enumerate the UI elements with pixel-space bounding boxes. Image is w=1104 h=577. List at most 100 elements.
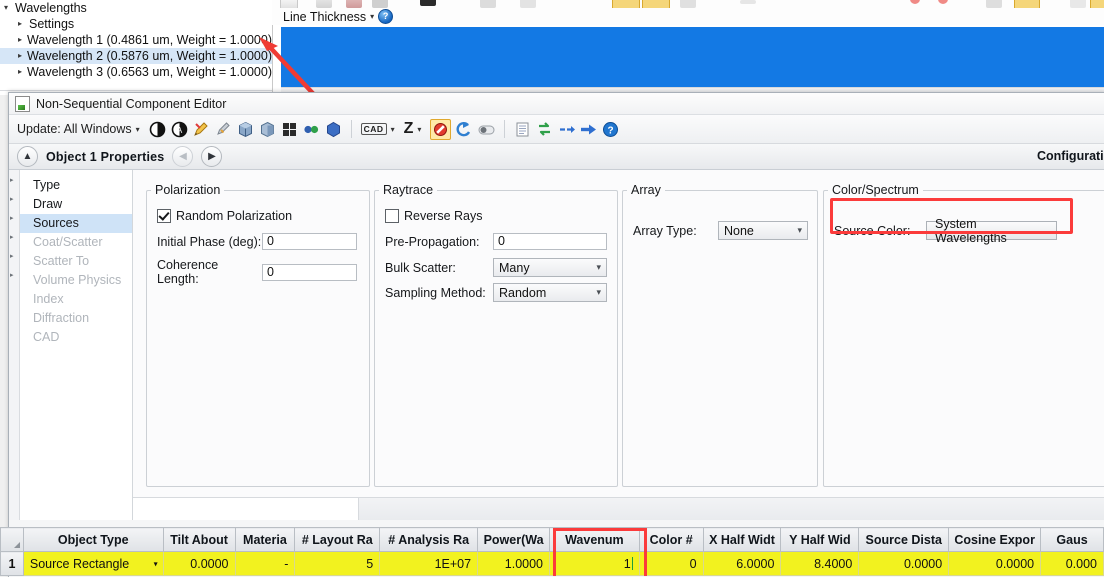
sidebar-item-cad[interactable]: CAD (20, 328, 132, 347)
th-x-half-width[interactable]: X Half Widt (702, 527, 782, 552)
sidebar-item-coat-scatter[interactable]: Coat/Scatter (20, 233, 132, 252)
wavelength-tree[interactable]: ▾ Wavelengths ▸ Settings ▸ Wavelength 1 … (0, 0, 273, 95)
cell-analysis-rays[interactable]: 1E+07 (379, 551, 479, 576)
page-gutter[interactable]: ▸ ▸ ▸ ▸ ▸ ▸ (9, 170, 20, 520)
cell-material[interactable]: - (234, 551, 296, 576)
cube-icon[interactable] (237, 121, 254, 138)
initial-phase-input[interactable] (262, 233, 357, 250)
two-dots-icon[interactable] (303, 121, 320, 138)
toolbar-icon[interactable] (910, 0, 920, 4)
toolbar-icon[interactable] (740, 0, 756, 4)
chevron-right-icon[interactable]: ▶ (201, 146, 223, 167)
pencil-edit-icon[interactable] (193, 121, 210, 138)
cell-y-half-width[interactable]: 8.4000 (780, 551, 860, 576)
window-titlebar[interactable]: Non-Sequential Component Editor (9, 93, 1104, 115)
cell-object-type[interactable]: Source Rectangle ▾ (22, 551, 164, 576)
toolbar-icon[interactable] (316, 0, 332, 8)
checkbox-icon[interactable] (385, 209, 399, 223)
array-type-select[interactable]: None ▾ (718, 221, 808, 240)
chevron-up-icon[interactable]: ▲ (17, 146, 38, 167)
th-analysis-rays[interactable]: # Analysis Ra (379, 527, 479, 552)
cell-cosine-exponent[interactable]: 0.0000 (948, 551, 1042, 576)
cell-layout-rays[interactable]: 5 (294, 551, 381, 576)
page-icon[interactable] (514, 121, 531, 138)
properties-sidebar[interactable]: Type Draw Sources Coat/Scatter Scatter T… (20, 170, 133, 520)
chevron-down-icon[interactable]: ▾ (596, 262, 601, 273)
chevron-left-icon[interactable]: ◀ (172, 146, 194, 167)
th-object-type[interactable]: Object Type (22, 527, 164, 552)
th-y-half-width[interactable]: Y Half Wid (780, 527, 860, 552)
chevron-down-icon[interactable]: ▾ (417, 125, 421, 134)
polygon-icon[interactable] (325, 121, 342, 138)
th-color-number[interactable]: Color # (638, 527, 704, 552)
tree-item-settings[interactable]: ▸ Settings (0, 16, 272, 32)
random-polarization-checkbox[interactable]: Random Polarization (157, 209, 292, 223)
pencil-object-icon[interactable] (215, 121, 232, 138)
chevron-down-icon[interactable]: ▾ (797, 225, 802, 236)
chevron-down-icon[interactable]: ▾ (370, 12, 374, 21)
aperture-icon[interactable]: A (171, 121, 188, 138)
toolbar-icon[interactable] (680, 0, 696, 8)
z-axis-dropdown[interactable]: Z ▾ (404, 120, 422, 138)
sidebar-item-scatter-to[interactable]: Scatter To (20, 252, 132, 271)
chevron-right-icon[interactable]: ▸ (10, 214, 14, 222)
chevron-down-icon[interactable]: ▾ (136, 125, 140, 134)
th-layout-rays[interactable]: # Layout Ra (294, 527, 381, 552)
pre-propagation-input[interactable] (493, 233, 607, 250)
toggle-icon[interactable] (478, 121, 495, 138)
toolbar-icon[interactable] (480, 0, 496, 8)
no-entry-icon[interactable] (430, 118, 452, 140)
tree-item-wavelengths[interactable]: ▾ Wavelengths (0, 0, 272, 16)
cell-gaussian[interactable]: 0.000 (1040, 551, 1104, 576)
th-power[interactable]: Power(Wa (477, 527, 550, 552)
select-all-corner[interactable] (0, 527, 24, 552)
cell-color-number[interactable]: 0 (638, 551, 704, 576)
grid-icon[interactable] (281, 121, 298, 138)
swap-arrows-icon[interactable] (536, 121, 553, 138)
sidebar-item-index[interactable]: Index (20, 290, 132, 309)
th-wavenumber[interactable]: Wavenum (549, 527, 640, 552)
cell-power[interactable]: 1.0000 (477, 551, 550, 576)
tree-item-wavelength-2[interactable]: ▸ Wavelength 2 (0.5876 um, Weight = 1.00… (0, 48, 272, 64)
chevron-down-icon[interactable]: ▾ (391, 125, 395, 134)
chevron-right-icon[interactable]: ▸ (18, 16, 29, 32)
row-number[interactable]: 1 (0, 551, 24, 576)
reverse-rays-checkbox[interactable]: Reverse Rays (385, 209, 483, 223)
coherence-length-input[interactable] (262, 263, 357, 281)
checkbox-icon[interactable] (157, 209, 171, 223)
tree-item-wavelength-3[interactable]: ▸ Wavelength 3 (0.6563 um, Weight = 1.00… (0, 64, 272, 80)
chevron-right-icon[interactable]: ▸ (18, 32, 27, 48)
line-thickness-control[interactable]: Line Thickness ▾ ? (283, 8, 394, 25)
viewport-blue-panel[interactable] (281, 27, 1104, 87)
object-table[interactable]: Object Type Tilt About Materia # Layout … (0, 527, 1104, 576)
toolbar-icon[interactable] (520, 0, 536, 8)
toolbar-icon[interactable] (346, 0, 362, 8)
chevron-right-icon[interactable]: ▸ (10, 195, 14, 203)
toolbar-icon[interactable] (986, 0, 1002, 8)
chevron-right-icon[interactable]: ▸ (10, 233, 14, 241)
editor-toolbar[interactable]: Update: All Windows ▾ A CAD ▾ Z ▾ ? (9, 115, 1104, 144)
bulk-scatter-select[interactable]: Many ▾ (493, 258, 607, 277)
chevron-right-icon[interactable]: ▸ (18, 48, 27, 64)
cell-x-half-width[interactable]: 6.0000 (702, 551, 782, 576)
update-dropdown[interactable]: Update: All Windows ▾ (17, 122, 140, 136)
sidebar-item-sources[interactable]: Sources (20, 214, 132, 233)
cad-dropdown[interactable]: CAD ▾ (360, 123, 395, 135)
tree-item-wavelength-1[interactable]: ▸ Wavelength 1 (0.4861 um, Weight = 1.00… (0, 32, 272, 48)
undo-arrow-icon[interactable] (456, 121, 473, 138)
contrast-icon[interactable] (149, 121, 166, 138)
chevron-down-icon[interactable]: ▾ (154, 559, 158, 568)
sidebar-item-type[interactable]: Type (20, 176, 132, 195)
source-color-button[interactable]: System Wavelengths (926, 217, 1057, 245)
chevron-right-icon[interactable]: ▸ (18, 64, 27, 80)
chevron-down-icon[interactable]: ▾ (4, 0, 15, 16)
chevron-down-icon[interactable]: ▾ (596, 287, 601, 298)
toolbar-icon[interactable] (938, 0, 948, 4)
cell-tilt-about[interactable]: 0.0000 (162, 551, 236, 576)
help-icon[interactable]: ? (602, 121, 619, 138)
th-source-distance[interactable]: Source Dista (858, 527, 950, 552)
sampling-method-select[interactable]: Random ▾ (493, 283, 607, 302)
th-gaussian[interactable]: Gaus (1040, 527, 1104, 552)
chevron-right-icon[interactable]: ▸ (10, 176, 14, 184)
sidebar-item-draw[interactable]: Draw (20, 195, 132, 214)
